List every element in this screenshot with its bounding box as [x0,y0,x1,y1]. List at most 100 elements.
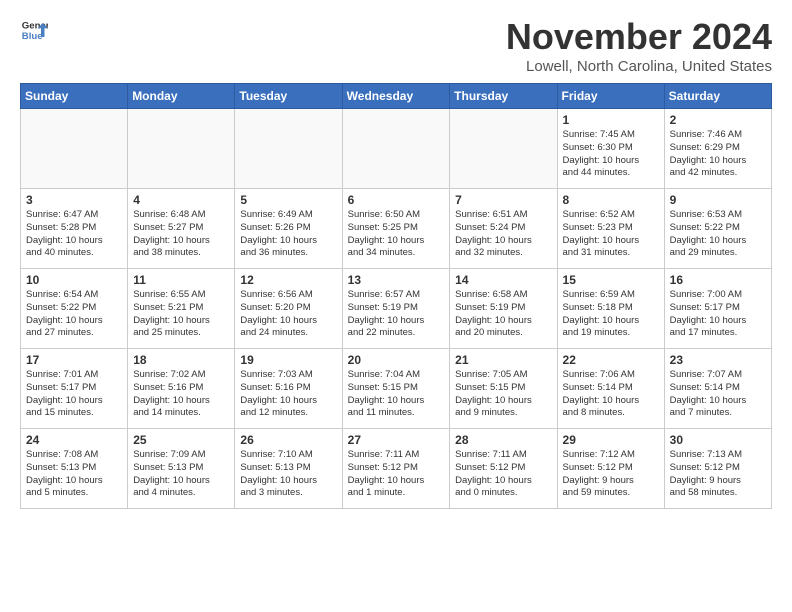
calendar-cell: 5 Sunrise: 6:49 AM Sunset: 5:26 PM Daylig… [235,189,342,269]
weekday-header-friday: Friday [557,84,664,109]
calendar-week-3: 10 Sunrise: 6:54 AM Sunset: 5:22 PM Dayli… [21,269,772,349]
calendar-cell: 7 Sunrise: 6:51 AM Sunset: 5:24 PM Daylig… [450,189,557,269]
calendar-cell: 20 Sunrise: 7:04 AM Sunset: 5:15 PM Dayli… [342,349,450,429]
calendar-cell: 11Sunrise: 6:55 AM Sunset: 5:21 PM Dayli… [128,269,235,349]
weekday-header-monday: Monday [128,84,235,109]
day-number: 7 [455,193,551,207]
page-header: General Blue November 2024 Lowell, North… [20,16,772,75]
calendar-cell: 17 Sunrise: 7:01 AM Sunset: 5:17 PM Dayli… [21,349,128,429]
day-number: 28 [455,433,551,447]
calendar-cell: 16 Sunrise: 7:00 AM Sunset: 5:17 PM Dayli… [664,269,771,349]
day-info: Sunrise: 6:55 AM Sunset: 5:21 PM Dayligh… [133,289,229,340]
calendar-cell: 29 Sunrise: 7:12 AM Sunset: 5:12 PM Dayli… [557,429,664,509]
month-title: November 2024 [506,16,772,58]
calendar-cell [342,109,450,189]
calendar-cell: 14Sunrise: 6:58 AM Sunset: 5:19 PM Dayli… [450,269,557,349]
day-number: 21 [455,353,551,367]
calendar-week-1: 1Sunrise: 7:45 AM Sunset: 6:30 PM Daylig… [21,109,772,189]
calendar-cell: 23Sunrise: 7:07 AM Sunset: 5:14 PM Dayli… [664,349,771,429]
day-number: 18 [133,353,229,367]
calendar-cell: 21Sunrise: 7:05 AM Sunset: 5:15 PM Dayli… [450,349,557,429]
calendar-cell: 13 Sunrise: 6:57 AM Sunset: 5:19 PM Dayli… [342,269,450,349]
day-info: Sunrise: 6:56 AM Sunset: 5:20 PM Dayligh… [240,289,336,340]
day-number: 15 [563,273,659,287]
day-info: Sunrise: 7:02 AM Sunset: 5:16 PM Dayligh… [133,369,229,420]
day-number: 13 [348,273,445,287]
day-info: Sunrise: 7:13 AM Sunset: 5:12 PM Dayligh… [670,449,766,500]
calendar-cell: 22Sunrise: 7:06 AM Sunset: 5:14 PM Dayli… [557,349,664,429]
day-number: 16 [670,273,766,287]
day-info: Sunrise: 6:54 AM Sunset: 5:22 PM Dayligh… [26,289,122,340]
day-info: Sunrise: 7:07 AM Sunset: 5:14 PM Dayligh… [670,369,766,420]
weekday-header-thursday: Thursday [450,84,557,109]
day-info: Sunrise: 7:11 AM Sunset: 5:12 PM Dayligh… [455,449,551,500]
day-number: 3 [26,193,122,207]
title-block: November 2024 Lowell, North Carolina, Un… [506,16,772,75]
day-info: Sunrise: 7:00 AM Sunset: 5:17 PM Dayligh… [670,289,766,340]
day-number: 17 [26,353,122,367]
calendar-cell: 6 Sunrise: 6:50 AM Sunset: 5:25 PM Daylig… [342,189,450,269]
calendar-cell: 12 Sunrise: 6:56 AM Sunset: 5:20 PM Dayli… [235,269,342,349]
day-number: 10 [26,273,122,287]
day-info: Sunrise: 6:51 AM Sunset: 5:24 PM Dayligh… [455,209,551,260]
day-number: 20 [348,353,445,367]
calendar-cell: 8Sunrise: 6:52 AM Sunset: 5:23 PM Daylig… [557,189,664,269]
day-number: 8 [563,193,659,207]
day-number: 2 [670,113,766,127]
day-info: Sunrise: 6:49 AM Sunset: 5:26 PM Dayligh… [240,209,336,260]
calendar-cell: 26 Sunrise: 7:10 AM Sunset: 5:13 PM Dayli… [235,429,342,509]
day-info: Sunrise: 6:57 AM Sunset: 5:19 PM Dayligh… [348,289,445,340]
weekday-header-wednesday: Wednesday [342,84,450,109]
calendar-cell: 30Sunrise: 7:13 AM Sunset: 5:12 PM Dayli… [664,429,771,509]
calendar: SundayMondayTuesdayWednesdayThursdayFrid… [20,83,772,509]
calendar-cell: 2 Sunrise: 7:46 AM Sunset: 6:29 PM Daylig… [664,109,771,189]
day-info: Sunrise: 7:09 AM Sunset: 5:13 PM Dayligh… [133,449,229,500]
weekday-header-sunday: Sunday [21,84,128,109]
calendar-cell: 24Sunrise: 7:08 AM Sunset: 5:13 PM Dayli… [21,429,128,509]
day-number: 26 [240,433,336,447]
calendar-cell: 25 Sunrise: 7:09 AM Sunset: 5:13 PM Dayli… [128,429,235,509]
day-info: Sunrise: 7:01 AM Sunset: 5:17 PM Dayligh… [26,369,122,420]
day-info: Sunrise: 6:50 AM Sunset: 5:25 PM Dayligh… [348,209,445,260]
day-number: 25 [133,433,229,447]
day-number: 27 [348,433,445,447]
calendar-week-4: 17 Sunrise: 7:01 AM Sunset: 5:17 PM Dayli… [21,349,772,429]
location: Lowell, North Carolina, United States [506,58,772,75]
calendar-cell [128,109,235,189]
calendar-cell: 15 Sunrise: 6:59 AM Sunset: 5:18 PM Dayli… [557,269,664,349]
day-number: 12 [240,273,336,287]
calendar-cell: 18 Sunrise: 7:02 AM Sunset: 5:16 PM Dayli… [128,349,235,429]
day-info: Sunrise: 7:46 AM Sunset: 6:29 PM Dayligh… [670,129,766,180]
calendar-cell: 27 Sunrise: 7:11 AM Sunset: 5:12 PM Dayli… [342,429,450,509]
day-info: Sunrise: 7:06 AM Sunset: 5:14 PM Dayligh… [563,369,659,420]
weekday-header-saturday: Saturday [664,84,771,109]
svg-text:Blue: Blue [22,31,43,42]
calendar-cell: 28 Sunrise: 7:11 AM Sunset: 5:12 PM Dayli… [450,429,557,509]
day-number: 14 [455,273,551,287]
logo: General Blue [20,16,48,44]
day-number: 19 [240,353,336,367]
calendar-cell [235,109,342,189]
calendar-cell: 10 Sunrise: 6:54 AM Sunset: 5:22 PM Dayli… [21,269,128,349]
day-info: Sunrise: 7:04 AM Sunset: 5:15 PM Dayligh… [348,369,445,420]
calendar-cell: 9Sunrise: 6:53 AM Sunset: 5:22 PM Daylig… [664,189,771,269]
day-info: Sunrise: 7:11 AM Sunset: 5:12 PM Dayligh… [348,449,445,500]
calendar-cell: 19 Sunrise: 7:03 AM Sunset: 5:16 PM Dayli… [235,349,342,429]
logo-icon: General Blue [20,16,48,44]
day-info: Sunrise: 7:12 AM Sunset: 5:12 PM Dayligh… [563,449,659,500]
day-number: 29 [563,433,659,447]
calendar-cell: 1Sunrise: 7:45 AM Sunset: 6:30 PM Daylig… [557,109,664,189]
weekday-header-row: SundayMondayTuesdayWednesdayThursdayFrid… [21,84,772,109]
day-info: Sunrise: 7:03 AM Sunset: 5:16 PM Dayligh… [240,369,336,420]
calendar-cell [450,109,557,189]
day-info: Sunrise: 7:10 AM Sunset: 5:13 PM Dayligh… [240,449,336,500]
day-number: 9 [670,193,766,207]
day-info: Sunrise: 6:59 AM Sunset: 5:18 PM Dayligh… [563,289,659,340]
day-number: 24 [26,433,122,447]
calendar-cell: 4Sunrise: 6:48 AM Sunset: 5:27 PM Daylig… [128,189,235,269]
day-number: 6 [348,193,445,207]
day-number: 1 [563,113,659,127]
calendar-week-2: 3Sunrise: 6:47 AM Sunset: 5:28 PM Daylig… [21,189,772,269]
day-number: 5 [240,193,336,207]
calendar-cell [21,109,128,189]
